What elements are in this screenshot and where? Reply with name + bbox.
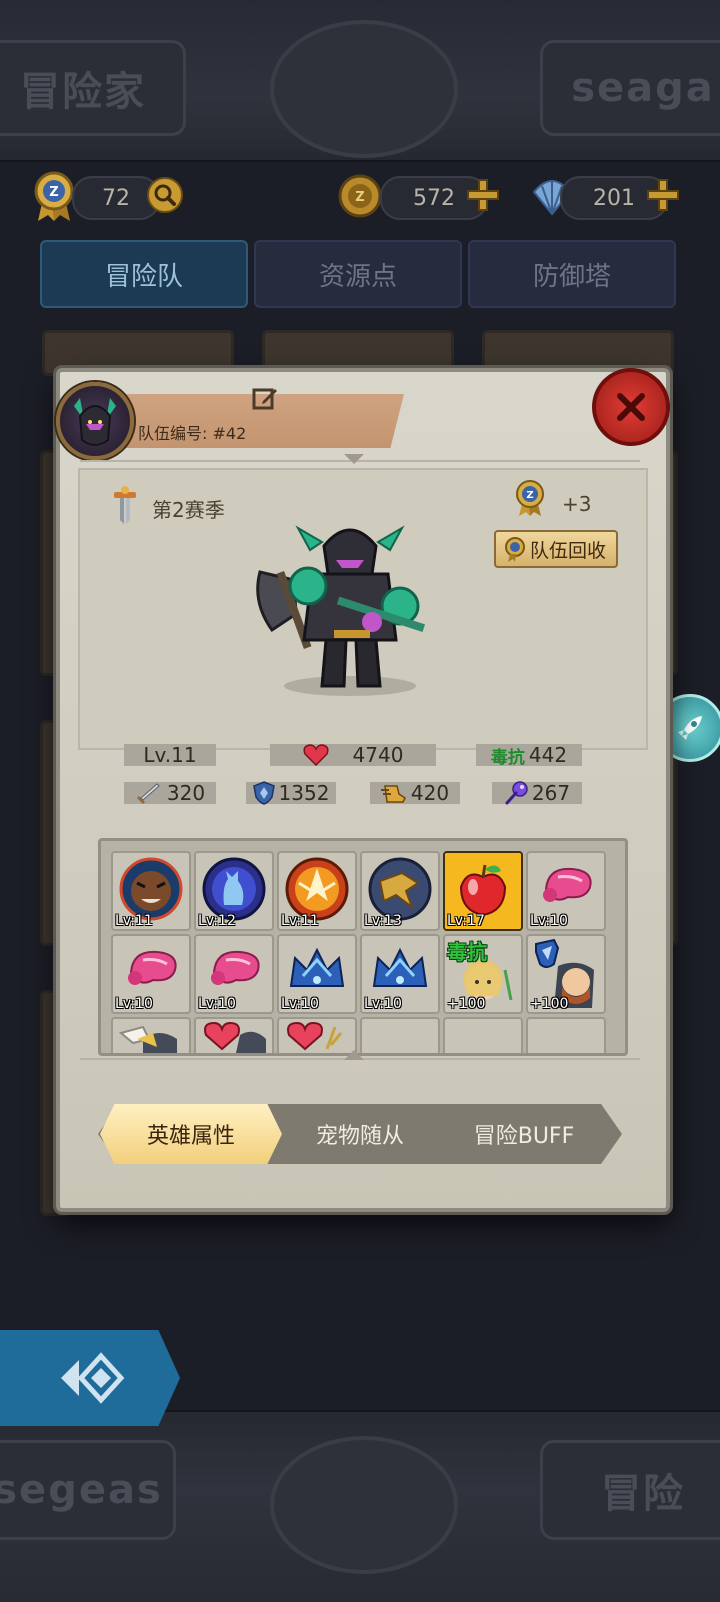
diamond-nav-icon: [61, 1352, 125, 1404]
season-label: 第2赛季: [152, 498, 225, 522]
svg-text:Z: Z: [49, 185, 58, 200]
speed-boot-icon: [380, 782, 407, 804]
banner-bottom-left-text: segeas: [0, 1467, 163, 1513]
search-icon: [147, 177, 183, 213]
hp-value: 4740: [352, 743, 404, 767]
item-slot-poison-hero[interactable]: 毒抗 +100: [443, 934, 523, 1014]
item-level-label: Lv:13: [364, 913, 402, 929]
add-coin-button[interactable]: [462, 174, 504, 216]
item-slot-phoenix[interactable]: Lv:11: [277, 851, 357, 931]
poison-res-tag: 毒抗: [447, 940, 487, 964]
edit-icon: [252, 388, 277, 410]
equipment-grid: Lv:11 Lv:12 Lv:11 Lv:13 Lv:17 Lv:10 Lv:1…: [98, 838, 628, 1056]
tab-pet-companion[interactable]: 宠物随从: [282, 1104, 438, 1164]
tab-resource-points[interactable]: 资源点: [254, 240, 462, 308]
banner-plate-bottom-right: 冒险: [540, 1440, 720, 1540]
heart-icon: [302, 744, 329, 767]
stat-poison-resistance: 毒抗 442: [476, 743, 582, 768]
chevron-down-icon: [344, 454, 364, 464]
poison-res-label: 毒抗: [490, 747, 525, 768]
banner-left-text: 冒险家: [20, 69, 146, 115]
stat-speed: 420: [370, 781, 460, 805]
team-avatar[interactable]: [56, 382, 134, 460]
item-level-label: Lv:10: [281, 996, 319, 1012]
poison-res-value: 442: [528, 743, 568, 767]
badge-small-icon: [504, 537, 526, 563]
tab-defense-tower[interactable]: 防御塔: [468, 240, 676, 308]
banner-right-text: seaga: [571, 65, 715, 111]
item-level-label: Lv:11: [281, 913, 319, 929]
coin-icon: Z: [334, 168, 386, 224]
empty-slot[interactable]: [360, 1017, 440, 1053]
item-slot-crown[interactable]: Lv:10: [277, 934, 357, 1014]
plus-icon: [467, 179, 499, 211]
magic-wand-icon: [504, 781, 528, 805]
chevron-up-icon: [344, 1050, 364, 1060]
banner-bottom-right-text: 冒险: [601, 1471, 685, 1517]
recycle-label: 队伍回收: [529, 539, 606, 562]
dark-knight-avatar-icon: [74, 398, 116, 446]
sword-icon: [135, 782, 161, 804]
banner-emblem: [270, 20, 458, 158]
stat-hp: 4740: [270, 743, 436, 767]
item-slot-warrior[interactable]: Lv:11: [111, 851, 191, 931]
magic-value: 267: [531, 781, 571, 805]
stat-magic: 267: [492, 781, 582, 805]
item-slot-shield-hero[interactable]: +100: [526, 934, 606, 1014]
item-slot-meat[interactable]: Lv:10: [194, 934, 274, 1014]
winged-helmet-icon: [118, 1025, 177, 1053]
banner-plate-left: 冒险家: [0, 40, 186, 136]
banner-plate-bottom-left: segeas: [0, 1440, 176, 1540]
team-recycle-button[interactable]: 队伍回收: [494, 530, 618, 568]
add-shell-button[interactable]: [642, 174, 684, 216]
heart-gem-icon: [204, 1021, 266, 1053]
rocket-icon: [678, 716, 702, 740]
item-level-label: Lv:11: [115, 913, 153, 929]
shield-icon: [252, 781, 275, 805]
item-level-label: Lv:10: [198, 996, 236, 1012]
attack-value: 320: [166, 781, 206, 805]
item-level-label: Lv:17: [447, 913, 485, 929]
badge-medal-icon: Z: [514, 478, 546, 518]
stat-level: Lv.11: [124, 743, 216, 767]
item-slot-apple[interactable]: Lv:17: [443, 851, 523, 931]
item-level-label: Lv:10: [115, 996, 153, 1012]
item-slot-golden-bird[interactable]: Lv:13: [360, 851, 440, 931]
search-button[interactable]: [144, 174, 186, 216]
item-bonus-label: +100: [530, 996, 569, 1012]
close-button[interactable]: [592, 368, 670, 446]
item-slot-winged[interactable]: [111, 1017, 191, 1053]
tab-adventure-team[interactable]: 冒险队: [40, 240, 248, 308]
speed-value: 420: [410, 781, 450, 805]
season-sword-icon: [110, 486, 140, 526]
plus-icon: [647, 179, 679, 211]
tab-adventure-buff[interactable]: 冒险BUFF: [440, 1104, 608, 1164]
empty-slot[interactable]: [526, 1017, 606, 1053]
banner-emblem-bottom: [270, 1436, 458, 1574]
empty-slot[interactable]: [443, 1017, 523, 1053]
item-bonus-label: +100: [447, 996, 486, 1012]
svg-text:Z: Z: [526, 490, 533, 501]
item-level-label: Lv:10: [530, 913, 568, 929]
item-slot-meat[interactable]: Lv:10: [526, 851, 606, 931]
item-slot-cat[interactable]: Lv:12: [194, 851, 274, 931]
stat-attack: 320: [124, 781, 216, 805]
team-id-label: 队伍编号: #42: [138, 424, 247, 443]
hero-dark-knight: [250, 510, 430, 700]
banner-plate-right: seaga: [540, 40, 720, 136]
defense-value: 1352: [278, 781, 330, 805]
item-slot-meat[interactable]: Lv:10: [111, 934, 191, 1014]
item-slot-heart[interactable]: [194, 1017, 274, 1053]
svg-text:Z: Z: [355, 190, 364, 205]
item-level-label: Lv:10: [364, 996, 402, 1012]
badge-bonus: +3: [562, 492, 592, 516]
stat-defense: 1352: [246, 781, 336, 805]
nav-flag-button[interactable]: [0, 1330, 180, 1426]
tab-hero-attributes[interactable]: 英雄属性: [100, 1104, 282, 1164]
item-slot-crown[interactable]: Lv:10: [360, 934, 440, 1014]
close-icon: [617, 393, 645, 421]
edit-team-button[interactable]: [250, 384, 280, 414]
item-level-label: Lv:12: [198, 913, 236, 929]
